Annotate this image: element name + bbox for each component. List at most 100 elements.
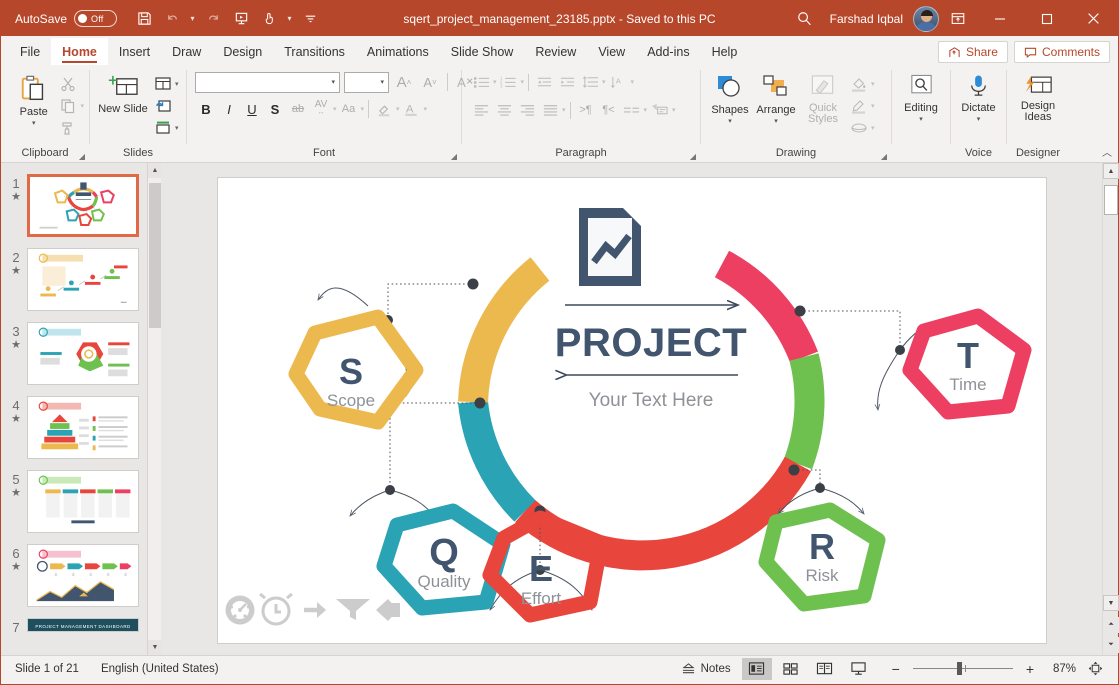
shapes-button[interactable]: Shapes ▾ — [707, 71, 753, 126]
language-indicator[interactable]: English (United States) — [101, 663, 219, 675]
thumbnail-preview[interactable] — [27, 396, 139, 459]
decrease-indent-button[interactable] — [533, 71, 555, 93]
shapes-dropdown-icon[interactable]: ▾ — [728, 118, 732, 126]
slide-show-view-button[interactable] — [844, 658, 874, 680]
next-slide-icon[interactable]: ⏷ — [1103, 637, 1119, 653]
thumbnail-item-4[interactable]: 4 ★ — [1, 391, 161, 465]
font-dialog-launcher-icon[interactable]: ◢ — [451, 152, 457, 161]
undo-icon[interactable] — [159, 6, 185, 32]
scroll-thumb[interactable] — [1104, 185, 1118, 215]
increase-font-size-icon[interactable]: A˄ — [393, 71, 415, 93]
character-spacing-dropdown-icon[interactable]: ▾ — [333, 105, 337, 113]
minimize-button[interactable] — [977, 2, 1022, 36]
columns-dropdown-icon[interactable]: ▾ — [644, 106, 648, 114]
arrange-button[interactable]: Arrange ▾ — [753, 71, 799, 126]
copy-dropdown-icon[interactable]: ▾ — [80, 102, 84, 110]
font-name-input[interactable]: ▾ — [195, 72, 340, 93]
save-icon[interactable] — [131, 6, 157, 32]
tab-help[interactable]: Help — [701, 38, 749, 65]
tab-animations[interactable]: Animations — [356, 38, 440, 65]
ribbon-display-options-icon[interactable] — [941, 4, 975, 34]
redo-icon[interactable] — [200, 6, 226, 32]
autosave-control[interactable]: AutoSave Off — [15, 10, 117, 27]
copy-icon[interactable] — [56, 95, 80, 117]
section-dropdown-icon[interactable]: ▾ — [175, 124, 179, 132]
tab-review[interactable]: Review — [524, 38, 587, 65]
center-button[interactable] — [493, 99, 515, 121]
convert-to-smartart-button[interactable] — [649, 99, 671, 121]
tab-transitions[interactable]: Transitions — [273, 38, 356, 65]
shape-outline-dropdown-icon[interactable]: ▾ — [871, 102, 875, 110]
align-left-button[interactable] — [470, 99, 492, 121]
line-spacing-button[interactable] — [579, 71, 601, 93]
smartart-dropdown-icon[interactable]: ▾ — [672, 106, 676, 114]
zoom-slider-knob[interactable] — [957, 662, 962, 675]
reading-view-button[interactable] — [810, 658, 840, 680]
text-shadow-button[interactable]: S — [264, 98, 286, 120]
node-quality[interactable]: Q Quality — [384, 511, 503, 608]
touch-mode-dropdown-icon[interactable]: ▾ — [284, 6, 295, 32]
clipboard-dialog-launcher-icon[interactable]: ◢ — [79, 152, 85, 161]
ltr-text-direction-button[interactable]: >¶ — [575, 99, 597, 121]
change-case-dropdown-icon[interactable]: ▾ — [361, 105, 365, 113]
underline-button[interactable]: U — [241, 98, 263, 120]
thumbnail-preview[interactable] — [27, 470, 139, 533]
shape-fill-icon[interactable] — [847, 73, 871, 95]
shape-outline-icon[interactable] — [847, 95, 871, 117]
font-size-dropdown-icon[interactable]: ▾ — [380, 78, 384, 86]
zoom-percent-label[interactable]: 87% — [1042, 663, 1076, 675]
slide-editing-surface[interactable]: PROJECT Your Text Here — [217, 177, 1047, 644]
align-right-button[interactable] — [516, 99, 538, 121]
thumbnail-item-3[interactable]: 3 ★ — [1, 317, 161, 391]
text-direction-button[interactable]: A — [608, 71, 630, 93]
cut-icon[interactable] — [56, 73, 80, 95]
layout-icon[interactable] — [151, 73, 175, 95]
font-color-dropdown-icon[interactable]: ▾ — [424, 105, 428, 113]
slide-vertical-scrollbar[interactable]: ▲ ▼ ⏶ ⏷ — [1102, 163, 1118, 655]
thumbnail-item-5[interactable]: 5 ★ — [1, 465, 161, 539]
format-painter-icon[interactable] — [56, 117, 80, 139]
numbering-button[interactable]: 123 — [498, 71, 520, 93]
node-risk[interactable]: R Risk — [766, 510, 878, 604]
editing-button[interactable]: Editing ▾ — [897, 71, 945, 124]
thumbnail-scroll-thumb[interactable] — [149, 183, 161, 328]
share-button[interactable]: Share — [938, 41, 1008, 63]
line-spacing-dropdown-icon[interactable]: ▾ — [602, 78, 606, 86]
thumbnail-preview[interactable] — [27, 248, 139, 311]
fit-slide-to-window-button[interactable] — [1080, 658, 1110, 680]
zoom-out-button[interactable]: − — [888, 661, 904, 677]
thumbnail-item-6[interactable]: 6 ★ — [1, 539, 161, 613]
collapse-ribbon-icon[interactable]: ︿ — [1102, 144, 1112, 159]
close-button[interactable] — [1071, 2, 1116, 36]
tab-insert[interactable]: Insert — [108, 38, 161, 65]
reset-icon[interactable] — [151, 95, 175, 117]
thumbnail-scrollbar[interactable]: ▲ ▼ — [147, 163, 161, 655]
slide-sorter-view-button[interactable] — [776, 658, 806, 680]
text-highlight-dropdown-icon[interactable]: ▾ — [396, 105, 400, 113]
tab-add-ins[interactable]: Add-ins — [636, 38, 700, 65]
design-ideas-button[interactable]: Design Ideas — [1012, 71, 1064, 123]
new-slide-button[interactable]: New Slide — [95, 71, 151, 115]
node-scope[interactable]: S Scope — [296, 317, 416, 422]
notes-button[interactable]: Notes — [674, 658, 738, 680]
bullets-dropdown-icon[interactable]: ▾ — [493, 78, 497, 86]
text-highlight-color-button[interactable] — [373, 98, 395, 120]
maximize-button[interactable] — [1024, 2, 1069, 36]
start-from-beginning-icon[interactable] — [228, 6, 254, 32]
node-time[interactable]: T Time — [910, 316, 1024, 412]
thumbnail-preview[interactable]: PROJECT MANAGEMENT DASHBOARD — [27, 618, 139, 632]
autosave-toggle[interactable]: Off — [74, 10, 117, 27]
arrange-dropdown-icon[interactable]: ▾ — [774, 118, 778, 126]
bold-button[interactable]: B — [195, 98, 217, 120]
drawing-dialog-launcher-icon[interactable]: ◢ — [881, 152, 887, 161]
justify-dropdown-icon[interactable]: ▾ — [562, 106, 566, 114]
thumbnail-item-2[interactable]: 2 ★ — [1, 243, 161, 317]
decrease-font-size-icon[interactable]: A˅ — [419, 71, 441, 93]
character-spacing-button[interactable]: AV↔ — [310, 98, 332, 120]
avatar[interactable] — [913, 6, 939, 32]
increase-indent-button[interactable] — [556, 71, 578, 93]
thumbnail-item-7[interactable]: 7 PROJECT MANAGEMENT DASHBOARD — [1, 613, 161, 641]
strikethrough-button[interactable]: ab — [287, 98, 309, 120]
tab-draw[interactable]: Draw — [161, 38, 212, 65]
zoom-in-button[interactable]: + — [1022, 661, 1038, 677]
